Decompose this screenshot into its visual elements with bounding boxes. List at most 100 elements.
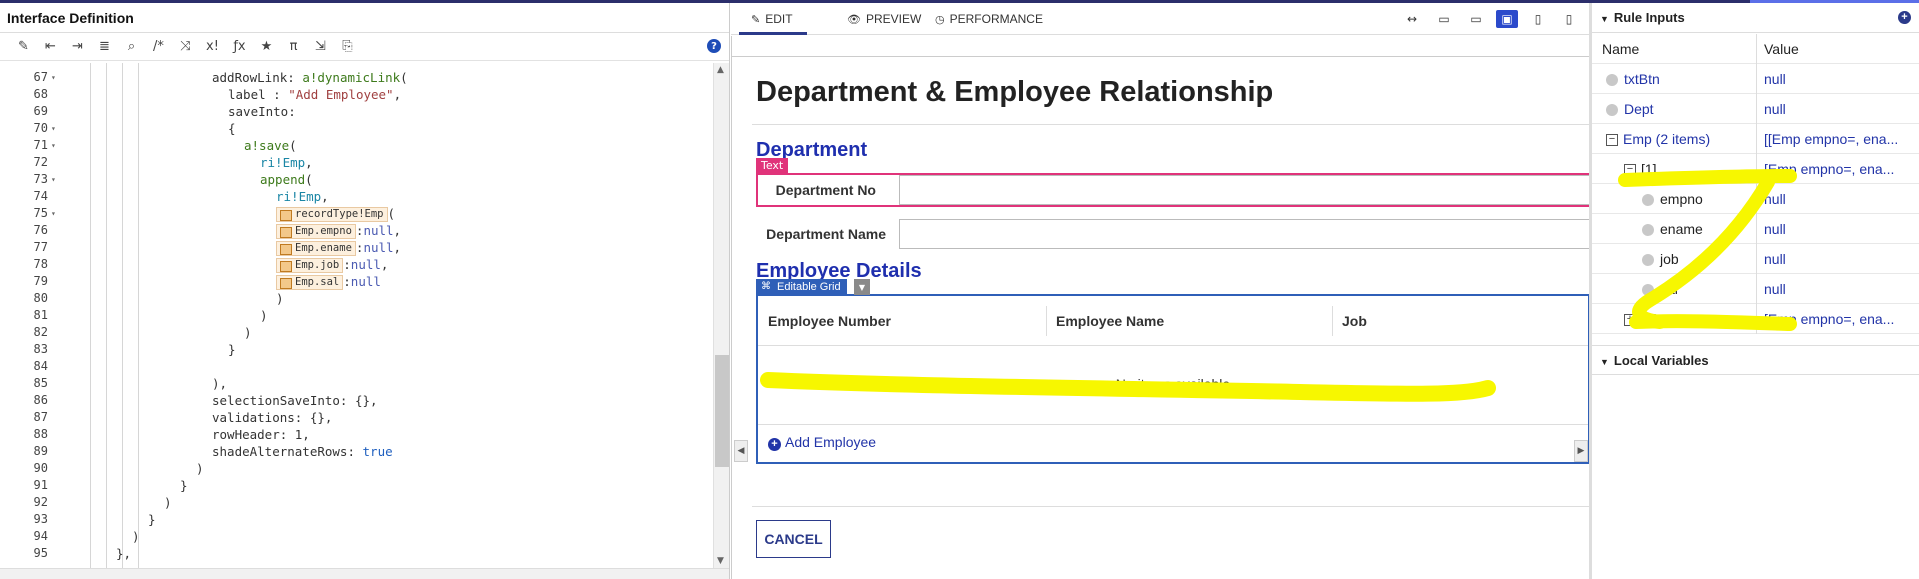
rule-input-row[interactable]: ename null [1592,214,1919,244]
column-header-employee-number[interactable]: Employee Number [758,296,1046,346]
record-field-token[interactable]: Emp.ename [276,241,356,256]
add-rule-input-icon[interactable]: + [1898,11,1911,24]
editable-grid-tag[interactable]: Editable Grid [756,279,847,295]
rule-input-row[interactable]: − [1] [Emp empno=, ena... [1592,154,1919,184]
scrollbar-thumb[interactable] [715,355,729,467]
outdent-icon[interactable]: ⇤ [37,36,64,58]
code-line[interactable]: 80) [0,290,712,307]
rule-input-row[interactable]: + [2] [Emp empno=, ena... [1592,304,1919,334]
tab-performance[interactable]: ◷ PERFORMANCE [929,3,1049,35]
collapse-right-arrow-icon[interactable]: ▶ [1574,440,1588,462]
record-field-token[interactable]: Emp.sal [276,275,344,290]
add-employee-link[interactable]: + Add Employee [768,434,876,451]
desktop-icon[interactable]: ▭ [1465,10,1487,28]
indent-icon[interactable]: ⇥ [64,36,91,58]
fold-toggle-icon[interactable]: ▾ [51,137,59,154]
fold-toggle-icon[interactable]: ▾ [51,171,59,188]
collapse-icon[interactable]: − [1624,164,1636,177]
rule-input-value[interactable]: null [1764,184,1914,214]
tab-preview[interactable]: 👁 PREVIEW [841,3,927,35]
rule-input-value[interactable]: null [1764,244,1914,274]
editor-vertical-scrollbar[interactable]: ▲ ▼ [713,63,729,568]
fit-width-icon[interactable]: ↔ [1401,10,1423,28]
code-line[interactable]: 72 ri!Emp, [0,154,712,171]
scroll-up-icon[interactable]: ▲ [717,65,724,75]
code-line[interactable]: 95}, [0,545,712,562]
code-editor[interactable]: 67 ▾ addRowLink: a!dynamicLink(68 label : "… [0,63,729,568]
rule-input-value[interactable]: null [1764,274,1914,304]
expand-icon[interactable]: + [1624,314,1636,327]
code-line[interactable]: 71 ▾ a!save( [0,137,712,154]
code-line[interactable]: 69 saveInto: [0,103,712,120]
pi-icon[interactable]: π [280,36,307,58]
rule-input-value[interactable]: null [1764,64,1914,94]
column-header-employee-name[interactable]: Employee Name [1046,296,1332,346]
code-line[interactable]: 82) [0,324,712,341]
fold-toggle-icon[interactable]: ▾ [51,205,59,222]
code-line[interactable]: 75 ▾ recordType!Emp( [0,205,712,222]
test-icon[interactable]: ⎘ [334,36,361,58]
list-icon[interactable]: ≣ [91,36,118,58]
rule-input-row[interactable]: − Emp (2 items) [[Emp empno=, ena... [1592,124,1919,154]
shuffle-icon[interactable]: ⤨ [172,36,199,58]
code-line[interactable]: 70 ▾ { [0,120,712,137]
collapse-triangle-icon[interactable]: ▼ [1600,14,1609,24]
auto-format-icon[interactable]: ✎ [10,36,37,58]
rule-input-value[interactable]: [Emp empno=, ena... [1764,154,1914,184]
code-line[interactable]: 92) [0,494,712,511]
code-line[interactable]: 88 rowHeader: 1, [0,426,712,443]
code-line[interactable]: 93} [0,511,712,528]
rule-inputs-header[interactable]: ▼ Rule Inputs + [1592,3,1919,33]
rule-input-row[interactable]: txtBtn null [1592,64,1919,94]
code-line[interactable]: 79 Emp.sal:null [0,273,712,290]
code-line[interactable]: 87 validations: {}, [0,409,712,426]
code-line[interactable]: 86 selectionSaveInto: {}, [0,392,712,409]
code-line[interactable]: 77 Emp.ename:null, [0,239,712,256]
tablet-portrait-icon[interactable]: ▯ [1527,10,1549,28]
function-icon[interactable]: ƒx [226,36,253,58]
code-line[interactable]: 67 ▾ addRowLink: a!dynamicLink( [0,69,712,86]
code-line[interactable]: 84 [0,358,712,375]
star-icon[interactable]: ★ [253,36,280,58]
desktop-wide-icon[interactable]: ▭ [1433,10,1455,28]
rule-input-row[interactable]: sal null [1592,274,1919,304]
code-line[interactable]: 73 ▾ append( [0,171,712,188]
code-line[interactable]: 91} [0,477,712,494]
cancel-button[interactable]: CANCEL [756,520,831,558]
expression-icon[interactable]: x! [199,36,226,58]
record-field-token[interactable]: Emp.job [276,258,344,273]
search-icon[interactable]: ⌕ [118,36,145,58]
grid-menu-caret-icon[interactable]: ▼ [854,279,870,295]
fold-toggle-icon[interactable]: ▾ [51,120,59,137]
tablet-landscape-icon[interactable]: ▣ [1496,10,1518,28]
column-header-job[interactable]: Job [1332,296,1588,346]
collapse-left-arrow-icon[interactable]: ◀ [734,440,748,462]
rule-input-row[interactable]: empno null [1592,184,1919,214]
fold-toggle-icon[interactable]: ▾ [51,69,59,86]
rule-input-value[interactable]: null [1764,94,1914,124]
editor-horizontal-scrollbar[interactable] [0,568,729,579]
code-line[interactable]: 94) [0,528,712,545]
code-line[interactable]: 68 label : "Add Employee", [0,86,712,103]
code-line[interactable]: 78 Emp.job:null, [0,256,712,273]
local-variables-header[interactable]: ▼ Local Variables [1592,345,1919,375]
phone-icon[interactable]: ▯ [1558,10,1580,28]
code-line[interactable]: 76 Emp.empno:null, [0,222,712,239]
scroll-down-icon[interactable]: ▼ [717,556,724,566]
code-line[interactable]: 81) [0,307,712,324]
rule-input-value[interactable]: [[Emp empno=, ena... [1764,124,1914,154]
rule-input-value[interactable]: [Emp empno=, ena... [1764,304,1914,334]
exit-icon[interactable]: ⇲ [307,36,334,58]
help-icon[interactable]: ? [707,39,721,53]
collapse-icon[interactable]: − [1606,134,1618,147]
rule-input-row[interactable]: job null [1592,244,1919,274]
tab-edit[interactable]: ✎ EDIT [739,3,807,35]
department-no-input[interactable] [899,175,1590,205]
record-field-token[interactable]: recordType!Emp [276,207,388,222]
comment-icon[interactable]: /* [145,36,172,58]
code-line[interactable]: 90) [0,460,712,477]
code-line[interactable]: 74 ri!Emp, [0,188,712,205]
code-line[interactable]: 85), [0,375,712,392]
department-name-input[interactable] [899,219,1590,249]
rule-input-row[interactable]: Dept null [1592,94,1919,124]
